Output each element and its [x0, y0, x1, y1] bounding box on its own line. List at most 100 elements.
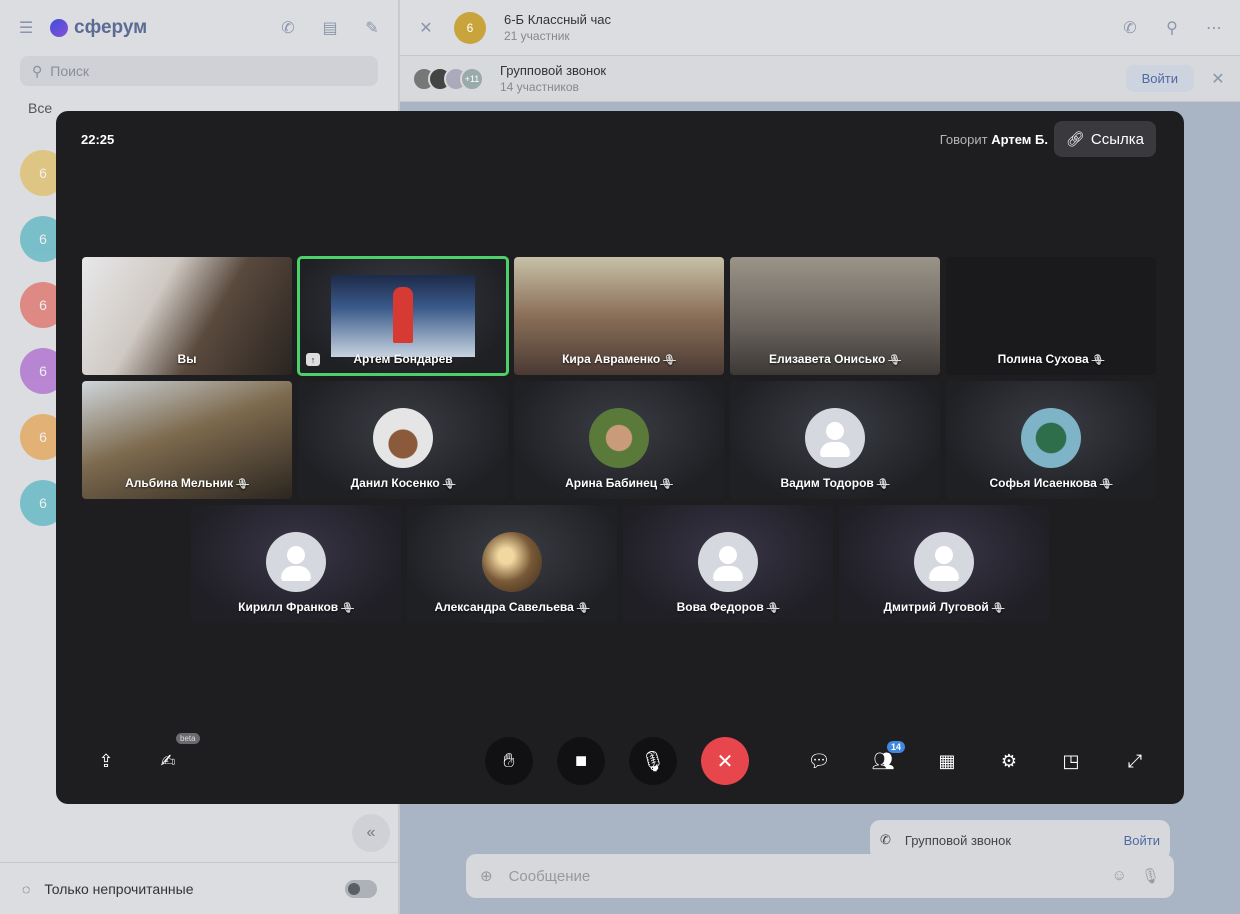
unread-icon: ◌: [22, 880, 31, 897]
collapse-sidebar-button[interactable]: «: [352, 814, 390, 852]
participant-tile[interactable]: Полина Сухова 🎙︎: [946, 257, 1156, 375]
call-clock: 22:25: [81, 132, 115, 147]
search-icon[interactable]: ⚲: [1162, 18, 1182, 38]
participant-tile[interactable]: Альбина Мельник 🎙︎: [82, 381, 292, 499]
participant-name: Вы: [82, 352, 292, 366]
link-label: Ссылка: [1090, 130, 1144, 148]
search-input[interactable]: ⚲ Поиск: [20, 56, 378, 86]
avatar-body: [713, 566, 743, 581]
muted-mic-icon: 🎙︎: [991, 603, 1005, 614]
chat-avatar: 6: [454, 11, 486, 44]
participant-name: Вадим Тодоров 🎙︎: [730, 476, 940, 490]
sidebar-header: ☰ сферум ✆ ▤ ✎: [0, 0, 398, 56]
participant-name-text: Данил Косенко: [350, 476, 440, 490]
chat-header: ✕ 6 6-Б Классный час 21 участник ✆ ⚲ ⋯: [400, 0, 1240, 56]
copy-link-button[interactable]: 🔗︎ Ссылка: [1053, 121, 1156, 157]
chat-participants: 21 участник: [504, 28, 570, 43]
join-call-button[interactable]: Войти: [1125, 65, 1194, 92]
voice-message-icon[interactable]: 🎙︎: [1141, 867, 1160, 885]
participant-name: Полина Сухова 🎙︎: [946, 352, 1156, 366]
participant-name: Дмитрий Луговой 🎙︎: [839, 600, 1049, 614]
fullscreen-button[interactable]: ⤢: [1121, 747, 1149, 775]
close-icon[interactable]: ✕: [416, 18, 436, 38]
participant-avatar: [589, 408, 649, 468]
message-placeholder: Сообщение: [508, 867, 591, 885]
participant-name-text: Елизавета Онисько: [769, 352, 886, 366]
add-attachment-icon[interactable]: ⊕: [480, 867, 493, 885]
participant-name: Арина Бабинец 🎙︎: [514, 476, 724, 490]
participant-tile[interactable]: Вова Федоров 🎙︎: [623, 505, 833, 623]
call-card-icon: ✆: [880, 832, 891, 847]
screen-share-preview: [331, 275, 475, 357]
participant-avatar: [1021, 408, 1081, 468]
participant-name-text: Арина Бабинец: [565, 476, 658, 490]
raise-hand-button[interactable]: ✋︎: [485, 737, 533, 785]
participant-name-text: Софья Исаенкова: [989, 476, 1097, 490]
participant-name-text: Артем Бондарев: [353, 352, 453, 366]
messenger-app: ☰ сферум ✆ ▤ ✎ ⚲ Поиск Все 666666 « ◌ То…: [0, 0, 1240, 914]
brand-logo: сферум: [50, 17, 147, 39]
muted-mic-icon: 🎙︎: [660, 479, 673, 490]
muted-mic-icon: 🎙︎: [663, 355, 676, 366]
share-screen-button[interactable]: ⇪: [92, 747, 120, 775]
participant-tile[interactable]: Дмитрий Луговой 🎙︎: [839, 505, 1049, 623]
new-call-icon[interactable]: ✆: [278, 18, 298, 38]
group-call-banner: +11 Групповой звонок 14 участников Войти…: [400, 56, 1240, 102]
call-card-join-button[interactable]: Войти: [1124, 833, 1160, 848]
close-banner-icon[interactable]: ✕: [1208, 69, 1228, 89]
camera-button[interactable]: ■: [557, 737, 605, 785]
call-member-avatars: +11: [412, 66, 484, 91]
participant-tile[interactable]: Кира Авраменко 🎙︎: [514, 257, 724, 375]
muted-mic-icon: 🎙︎: [1099, 479, 1113, 490]
participant-tile[interactable]: Данил Косенко 🎙︎: [298, 381, 508, 499]
microphone-icon: 🎙︎: [640, 750, 666, 773]
participant-tile[interactable]: Кирилл Франков 🎙︎: [191, 505, 401, 623]
brand-logo-icon: [50, 19, 68, 37]
archive-icon[interactable]: ▤: [320, 18, 340, 38]
minimize-button[interactable]: ◳: [1057, 747, 1085, 775]
default-avatar-icon: [266, 532, 326, 592]
emoji-icon[interactable]: ☺: [1112, 867, 1127, 885]
compose-icon[interactable]: ✎: [362, 18, 382, 38]
whiteboard-button[interactable]: ✍ beta: [154, 733, 200, 775]
participant-tile[interactable]: Вы: [82, 257, 292, 375]
end-call-button[interactable]: ✕: [701, 737, 749, 785]
participant-tile[interactable]: Софья Исаенкова 🎙︎: [946, 381, 1156, 499]
chat-button[interactable]: 💬︎: [805, 747, 833, 775]
fullscreen-icon: ⤢: [1127, 750, 1143, 771]
unread-only-row: ◌ Только непрочитанные: [0, 862, 399, 914]
avatar-head: [826, 422, 844, 440]
participant-tile[interactable]: ↑ Артем Бондарев: [297, 256, 509, 376]
search-placeholder: Поиск: [50, 63, 90, 79]
participant-tile[interactable]: Арина Бабинец 🎙︎: [514, 381, 724, 499]
link-icon: 🔗︎: [1065, 131, 1085, 148]
video-call-window: 22:25 Говорит Артем Б. 🔗︎ Ссылка Вы ↑ Арте…: [56, 111, 1184, 804]
more-icon[interactable]: ⋯: [1204, 18, 1224, 38]
settings-button[interactable]: ⚙: [995, 747, 1023, 775]
search-icon: ⚲: [32, 62, 43, 79]
participant-avatar: [482, 532, 542, 592]
unread-only-toggle[interactable]: [345, 879, 377, 898]
participant-name: Данил Косенко 🎙︎: [298, 476, 508, 490]
share-screen-icon: ⇪: [98, 750, 114, 771]
phone-icon[interactable]: ✆: [1120, 18, 1140, 38]
end-call-icon: ✕: [716, 750, 734, 773]
participants-button[interactable]: 👥︎ 14: [869, 741, 905, 775]
avatar-body: [929, 566, 959, 581]
chat-title[interactable]: 6-Б Классный час: [504, 12, 611, 28]
muted-mic-icon: 🎙︎: [876, 479, 890, 490]
speaking-name: Артем Б.: [991, 132, 1048, 147]
menu-icon[interactable]: ☰: [16, 18, 36, 38]
participant-name-text: Вова Федоров: [676, 600, 764, 614]
microphone-button[interactable]: 🎙︎: [629, 737, 677, 785]
participant-tile[interactable]: Елизавета Онисько 🎙︎: [730, 257, 940, 375]
hand-icon: ✋︎: [503, 749, 515, 772]
participant-name-text: Вадим Тодоров: [780, 476, 874, 490]
participant-tile[interactable]: Александра Савельева 🎙︎: [407, 505, 617, 623]
message-input[interactable]: ⊕ Сообщение ☺ 🎙︎: [466, 854, 1174, 898]
participant-tile[interactable]: Вадим Тодоров 🎙︎: [730, 381, 940, 499]
layout-button[interactable]: ▦: [933, 747, 961, 775]
muted-mic-icon: 🎙︎: [888, 355, 901, 366]
member-more-count: +11: [460, 66, 484, 91]
avatar-head: [719, 546, 737, 564]
